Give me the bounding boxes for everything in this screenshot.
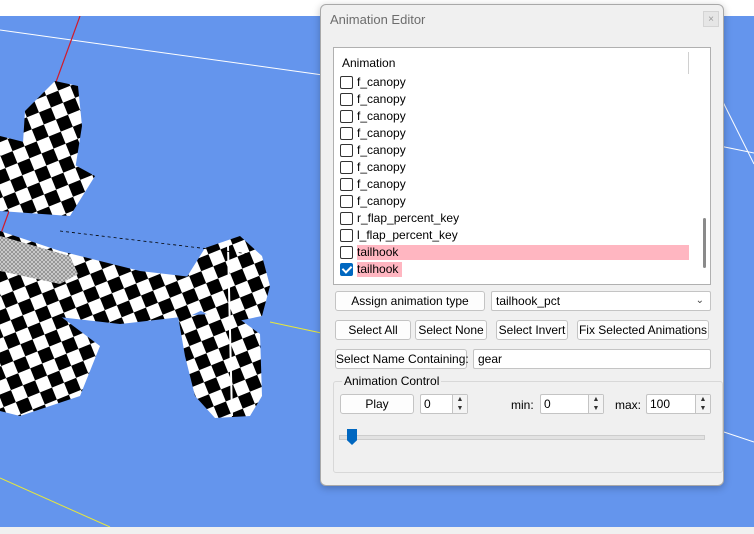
list-item[interactable]: f_canopy xyxy=(340,142,688,159)
list-item[interactable]: tailhook xyxy=(340,244,689,261)
dialog-title: Animation Editor xyxy=(330,12,426,27)
list-scrollbar[interactable] xyxy=(702,78,708,282)
list-item-label: f_canopy xyxy=(357,177,406,191)
scrollbar-thumb[interactable] xyxy=(703,218,706,268)
list-item[interactable]: f_canopy xyxy=(340,193,688,210)
select-invert-button[interactable]: Select Invert xyxy=(496,320,568,340)
checkbox[interactable] xyxy=(340,195,353,208)
header-separator xyxy=(688,52,689,74)
status-bar xyxy=(0,527,754,534)
checkbox[interactable] xyxy=(340,161,353,174)
checkbox[interactable] xyxy=(340,110,353,123)
assign-animation-type-button[interactable]: Assign animation type xyxy=(335,291,485,311)
list-item-label: tailhook xyxy=(357,262,403,277)
spinner-arrows-icon[interactable]: ▲ ▼ xyxy=(452,395,467,413)
checkbox[interactable] xyxy=(340,212,353,225)
checkbox[interactable] xyxy=(340,263,353,276)
list-item[interactable]: f_canopy xyxy=(340,159,688,176)
fix-selected-animations-button[interactable]: Fix Selected Animations xyxy=(577,320,709,340)
min-label: min: xyxy=(511,398,534,412)
list-item[interactable]: f_canopy xyxy=(340,91,688,108)
list-item-label: f_canopy xyxy=(357,92,406,106)
name-filter-value: gear xyxy=(478,352,503,366)
chevron-down-icon: ⌄ xyxy=(695,295,704,306)
list-item-label: f_canopy xyxy=(357,194,406,208)
list-item[interactable]: f_canopy xyxy=(340,74,688,91)
checkbox[interactable] xyxy=(340,178,353,191)
min-spinner[interactable]: 0 ▲ ▼ xyxy=(540,394,604,414)
max-value: 100 xyxy=(650,397,671,411)
name-filter-input[interactable]: gear xyxy=(473,349,711,369)
checkbox[interactable] xyxy=(340,246,353,259)
list-item[interactable]: r_flap_percent_key xyxy=(340,210,688,227)
checkbox[interactable] xyxy=(340,93,353,106)
list-item-label: f_canopy xyxy=(357,143,406,157)
play-button[interactable]: Play xyxy=(340,394,414,414)
position-spinner[interactable]: 0 ▲ ▼ xyxy=(420,394,468,414)
select-none-button[interactable]: Select None xyxy=(415,320,487,340)
list-item-label: tailhook xyxy=(357,245,689,260)
group-title: Animation Control xyxy=(342,374,442,388)
list-item[interactable]: f_canopy xyxy=(340,176,688,193)
list-item-label: f_canopy xyxy=(357,75,406,89)
close-icon[interactable]: × xyxy=(703,11,719,27)
animation-slider-track[interactable] xyxy=(339,435,705,440)
checkbox[interactable] xyxy=(340,229,353,242)
spinner-arrows-icon[interactable]: ▲ ▼ xyxy=(695,395,710,413)
list-item-label: f_canopy xyxy=(357,160,406,174)
min-value: 0 xyxy=(544,397,551,411)
max-label: max: xyxy=(615,398,642,412)
checkbox[interactable] xyxy=(340,76,353,89)
spinner-arrows-icon[interactable]: ▲ ▼ xyxy=(588,395,603,413)
dropdown-value: tailhook_pct xyxy=(496,294,561,308)
list-item-label: l_flap_percent_key xyxy=(357,228,458,242)
select-all-button[interactable]: Select All xyxy=(335,320,411,340)
list-item[interactable]: f_canopy xyxy=(340,108,688,125)
list-item-label: r_flap_percent_key xyxy=(357,211,460,225)
animation-editor-dialog: Animation Editor × Animation f_canopy f_… xyxy=(320,4,724,486)
list-item-label: f_canopy xyxy=(357,126,406,140)
max-spinner[interactable]: 100 ▲ ▼ xyxy=(646,394,711,414)
list-item[interactable]: f_canopy xyxy=(340,125,688,142)
animation-list[interactable]: Animation f_canopy f_canopy f_canopy f_c… xyxy=(333,47,711,285)
checkbox[interactable] xyxy=(340,144,353,157)
position-value: 0 xyxy=(424,397,431,411)
list-header: Animation xyxy=(342,56,396,70)
list-item[interactable]: l_flap_percent_key xyxy=(340,227,688,244)
list-item[interactable]: tailhook xyxy=(340,261,688,278)
select-name-containing-button[interactable]: Select Name Containing: xyxy=(335,349,469,369)
checkbox[interactable] xyxy=(340,127,353,140)
animation-type-dropdown[interactable]: tailhook_pct ⌄ xyxy=(491,291,711,311)
list-item-label: f_canopy xyxy=(357,109,406,123)
